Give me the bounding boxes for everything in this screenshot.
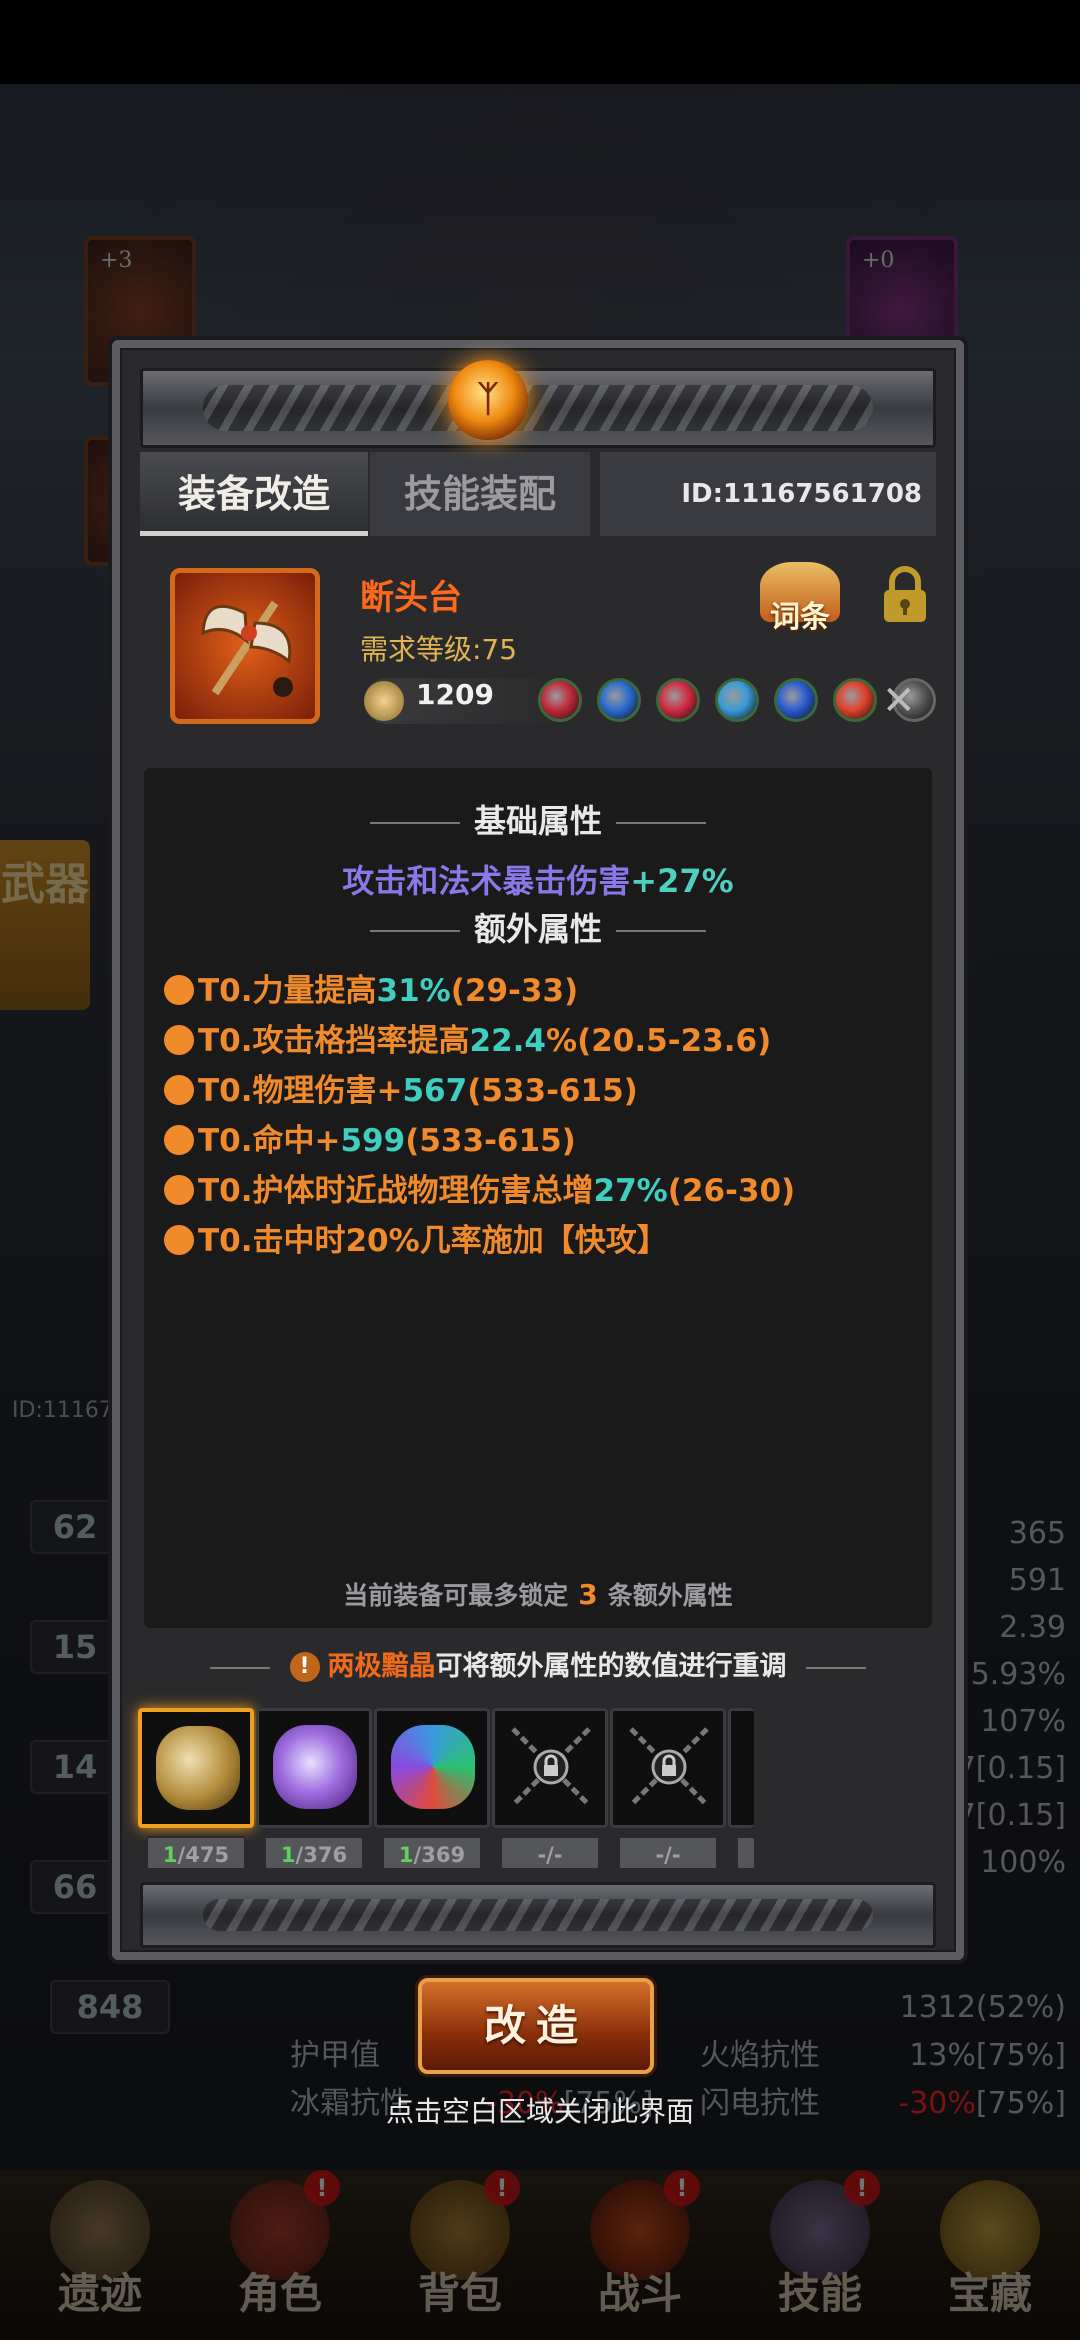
player-id: ID:11167561708 <box>681 479 922 509</box>
gem-socket[interactable] <box>538 678 582 722</box>
gem-socket[interactable] <box>597 678 641 722</box>
player-id-box: ID:11167561708 <box>600 452 936 536</box>
material-slot-locked[interactable] <box>492 1708 608 1828</box>
material-count: -/- <box>618 1836 718 1870</box>
chained-lock-icon <box>511 1727 591 1807</box>
warning-icon: ! <box>289 1652 320 1682</box>
close-hint: 点击空白区域关闭此界面 <box>385 2095 694 2128</box>
extra-attr-item[interactable]: T0.力量提高31%(29-33) <box>164 966 924 1016</box>
material-slot-rainbow[interactable] <box>374 1708 490 1828</box>
material-slot-locked[interactable] <box>610 1708 726 1828</box>
equipment-reform-dialog: 装备改造 技能装配 ID:11167561708 断头台 需求等级:75 120… <box>112 340 964 1960</box>
extra-attr-title: 额外属性 <box>144 904 932 950</box>
bottom-ornament <box>140 1882 936 1948</box>
chained-lock-icon <box>629 1727 709 1807</box>
tab-equipment-reform[interactable]: 装备改造 <box>140 452 368 536</box>
lock-limit-note: 当前装备可最多锁定 3 条额外属性 <box>343 1578 733 1611</box>
crossed-swords-icon[interactable]: ✕ <box>882 678 916 724</box>
material-slot-partial[interactable] <box>728 1708 754 1828</box>
gem-socket[interactable] <box>774 678 818 722</box>
reform-button[interactable]: 改造 <box>418 1978 654 2074</box>
material-count: 1/376 <box>264 1836 364 1870</box>
extra-attr-list: T0.力量提高31%(29-33) T0.攻击格挡率提高22.4%(20.5-2… <box>164 966 924 1266</box>
extra-attr-item[interactable]: T0.命中+599(533-615) <box>164 1116 924 1166</box>
item-name: 断头台 <box>360 578 462 618</box>
axe-icon <box>201 600 293 697</box>
gem-socket[interactable] <box>833 678 877 722</box>
item-requirement: 需求等级:75 <box>360 633 518 666</box>
dialog-emblem-gem: ᛉ <box>448 360 528 440</box>
extra-attr-item[interactable]: T0.攻击格挡率提高22.4%(20.5-23.6) <box>164 1016 924 1066</box>
material-count-partial <box>736 1836 754 1870</box>
top-ornament <box>140 368 936 448</box>
material-count: 1/369 <box>382 1836 482 1870</box>
tab-skill-assembly[interactable]: 技能装配 <box>370 452 590 536</box>
extra-attr-item[interactable]: T0.击中时20%几率施加【快攻】 <box>164 1216 924 1266</box>
material-tip: ! 两极黯晶可将额外属性的数值进行重调 <box>140 1644 936 1683</box>
base-attr-line: 攻击和法术暴击伤害+27% <box>342 862 734 900</box>
lock-button[interactable] <box>880 566 930 626</box>
material-slot-gold[interactable] <box>138 1708 254 1828</box>
material-slot-purple[interactable] <box>256 1708 372 1828</box>
lock-icon <box>884 566 926 622</box>
base-attr-title: 基础属性 <box>144 796 932 842</box>
purple-crystal-icon <box>273 1725 357 1809</box>
extra-attr-item[interactable]: T0.物理伤害+567(533-615) <box>164 1066 924 1116</box>
combat-power-icon <box>364 681 404 721</box>
item-icon-frame[interactable] <box>170 568 320 724</box>
extra-attr-item[interactable]: T0.护体时近战物理伤害总增27%(26-30) <box>164 1166 924 1216</box>
entry-button[interactable]: 词条 <box>750 562 850 642</box>
attribute-panel: 基础属性 攻击和法术暴击伤害+27% 额外属性 T0.力量提高31%(29-33… <box>144 768 932 1628</box>
combat-power-value: 1209 <box>416 678 494 711</box>
material-count: -/- <box>500 1836 600 1870</box>
yin-yang-crystal-icon <box>156 1726 240 1810</box>
gem-socket[interactable] <box>656 678 700 722</box>
material-count: 1/475 <box>146 1836 246 1870</box>
rainbow-crystal-icon <box>391 1725 475 1809</box>
gem-socket[interactable] <box>715 678 759 722</box>
